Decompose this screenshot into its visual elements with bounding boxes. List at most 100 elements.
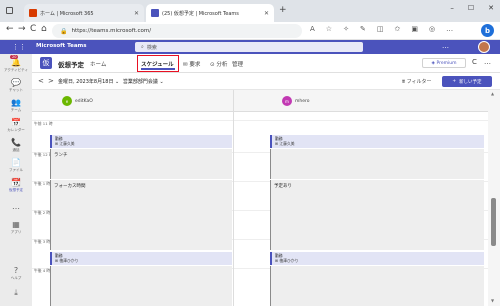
rail-label: チーム xyxy=(10,108,22,112)
avatar: e xyxy=(62,96,72,106)
filter-button[interactable]: ⩸ フィルター xyxy=(402,78,432,85)
home-button[interactable]: ⌂ xyxy=(41,24,47,34)
maximize-button[interactable]: ☐ xyxy=(468,4,474,12)
close-window-button[interactable]: ✕ xyxy=(488,4,494,12)
shift-person: ⊞ 江藤久美 xyxy=(55,141,75,146)
rail-item-files[interactable]: 📄 ファイル xyxy=(0,158,32,173)
lock-icon: 🔒 xyxy=(60,27,68,35)
shift-person-name: 江藤久美 xyxy=(279,141,295,146)
tab-manage[interactable]: 管理 xyxy=(232,60,243,68)
left-rail: 20 🔔 アクティビティ 💬 チャット 👥 チーム 📅 カレンダー 📞 通話 📄… xyxy=(0,54,32,306)
more-options-icon[interactable]: … xyxy=(442,42,449,50)
new-tab-button[interactable]: + xyxy=(279,5,287,15)
group-selector[interactable]: 営業部部門会議 xyxy=(123,79,158,85)
prev-day-button[interactable]: < xyxy=(38,77,44,85)
rail-label: 仮想予定 xyxy=(9,188,23,192)
apps-icon: ▦ xyxy=(12,220,20,229)
shift-person: ⊞ 植澤ひかり xyxy=(275,258,299,263)
search-input[interactable]: ⌕ 検索 xyxy=(135,42,363,52)
split-screen-icon[interactable]: ◫ xyxy=(377,25,384,33)
channel-header: 仮 仮想予定 ホーム スケジュール ✉ 要求 ⊙ 分析 管理 ◈ Premium… xyxy=(32,54,500,73)
rail-item-schedule[interactable]: 📆 仮想予定 xyxy=(0,178,32,193)
shift-person-name: 植澤ひかり xyxy=(59,258,79,263)
premium-button[interactable]: ◈ Premium xyxy=(422,58,466,68)
person-column-header[interactable]: m mhero xyxy=(282,96,310,106)
rail-item-help[interactable]: ? ヘルプ xyxy=(0,266,32,281)
favorite-star-icon[interactable]: ☆ xyxy=(326,25,332,33)
rail-item-more[interactable]: … xyxy=(0,202,32,211)
rail-item-apps[interactable]: ▦ アプリ xyxy=(0,220,32,235)
lower-block[interactable] xyxy=(270,266,484,306)
focus-time-block[interactable]: フォーカス時間 xyxy=(50,180,232,250)
profile-icon[interactable]: ◎ xyxy=(429,25,435,33)
favorites-icon[interactable]: ✩ xyxy=(394,25,400,33)
app-name: Microsoft Teams xyxy=(36,43,87,49)
new-shift-button[interactable]: + 新しい予定 xyxy=(442,76,492,87)
microsoft365-icon xyxy=(29,9,37,17)
scroll-down-icon[interactable]: ▼ xyxy=(491,298,494,303)
tab-requests[interactable]: ✉ 要求 xyxy=(183,60,200,68)
browser-tab-strip: ホーム | Microsoft 365 ✕ (25) 仮想予定 | Micros… xyxy=(0,0,500,22)
time-label: 午前 11 時 xyxy=(34,121,53,126)
date-picker[interactable]: 金曜日, 2023年8月18日 ⌄ 営業部部門会議 ⌄ xyxy=(58,78,164,85)
shift-person-name: 植澤ひかり xyxy=(279,258,299,263)
back-button[interactable]: ← xyxy=(6,24,14,34)
chevron-down-icon: ⌄ xyxy=(115,79,121,85)
settings-more-icon[interactable]: … xyxy=(446,25,453,33)
shift-card[interactable]: 勤務 ⊞ 植澤ひかり xyxy=(270,252,484,265)
url-field[interactable]: 🔒 https://teams.microsoft.com/ xyxy=(52,24,302,38)
rail-item-chat[interactable]: 💬 チャット xyxy=(0,78,32,93)
forward-button[interactable]: → xyxy=(18,24,26,34)
schedule-grid: 午前 11 時 午後 12 時 午後 1 時 午後 2 時 午後 3 時 午後 … xyxy=(32,112,488,306)
highlight-box xyxy=(137,55,179,72)
vertical-scrollbar[interactable]: ▲ ▼ xyxy=(488,90,500,306)
refresh-icon[interactable]: C xyxy=(472,58,477,66)
extension-icon[interactable]: ✧ xyxy=(343,25,349,33)
minimize-button[interactable]: – xyxy=(450,4,454,12)
person-column-header[interactable]: e editKaO xyxy=(62,96,93,106)
calendar-icon: 📅 xyxy=(11,118,21,127)
next-day-button[interactable]: > xyxy=(48,77,54,85)
pen-icon[interactable]: ✎ xyxy=(360,25,366,33)
rail-item-download[interactable]: ⤓ xyxy=(0,288,32,297)
column-divider xyxy=(233,90,234,306)
tab-label: 要求 xyxy=(189,62,201,68)
scroll-up-icon[interactable]: ▲ xyxy=(491,91,494,96)
rail-item-calendar[interactable]: 📅 カレンダー xyxy=(0,118,32,133)
rail-item-calls[interactable]: 📞 通話 xyxy=(0,138,32,153)
download-icon: ⤓ xyxy=(14,288,18,297)
rail-item-activity[interactable]: 20 🔔 アクティビティ xyxy=(0,55,32,73)
tab-home[interactable]: ホーム xyxy=(90,60,106,68)
rail-item-teams[interactable]: 👥 チーム xyxy=(0,98,32,113)
refresh-button[interactable]: C xyxy=(30,24,36,34)
rail-label: ファイル xyxy=(9,168,23,172)
close-tab-icon[interactable]: ✕ xyxy=(264,10,269,17)
busy-block[interactable]: 予定あり xyxy=(270,180,484,250)
shift-card[interactable]: 勤務 ⊞ 江藤久美 xyxy=(50,135,232,148)
open-block[interactable] xyxy=(270,149,484,179)
app-launcher-icon[interactable]: ⋮⋮ xyxy=(12,43,26,51)
close-tab-icon[interactable]: ✕ xyxy=(134,10,139,17)
chevron-down-icon: ⌄ xyxy=(159,79,164,85)
read-aloud-icon[interactable]: A xyxy=(310,25,315,33)
search-icon: ⌕ xyxy=(141,44,144,50)
window-menu-icon[interactable] xyxy=(6,7,13,14)
collections-icon[interactable]: ▣ xyxy=(411,25,418,33)
browser-tab-teams[interactable]: (25) 仮想予定 | Microsoft Teams ✕ xyxy=(146,4,274,22)
lunch-block[interactable]: ランチ xyxy=(50,149,232,179)
shift-person: ⊞ 植澤ひかり xyxy=(55,258,79,263)
browser-tab-home[interactable]: ホーム | Microsoft 365 ✕ xyxy=(24,4,144,22)
rail-label: チャット xyxy=(9,88,23,92)
person-name: editKaO xyxy=(75,98,93,104)
rail-label: 通話 xyxy=(12,148,20,152)
block-title: 予定あり xyxy=(274,184,292,189)
avatar[interactable] xyxy=(478,41,490,53)
shift-card[interactable]: 勤務 ⊞ 植澤ひかり xyxy=(50,252,232,265)
scrollbar-thumb[interactable] xyxy=(491,198,496,246)
shift-card[interactable]: 勤務 ⊞ 江藤久美 xyxy=(270,135,484,148)
lower-block[interactable] xyxy=(50,266,232,306)
search-placeholder: 検索 xyxy=(146,44,157,51)
tab-analytics[interactable]: ⊙ 分析 xyxy=(210,60,227,68)
more-options-icon[interactable]: … xyxy=(484,58,491,66)
bing-icon[interactable]: b xyxy=(481,24,494,37)
